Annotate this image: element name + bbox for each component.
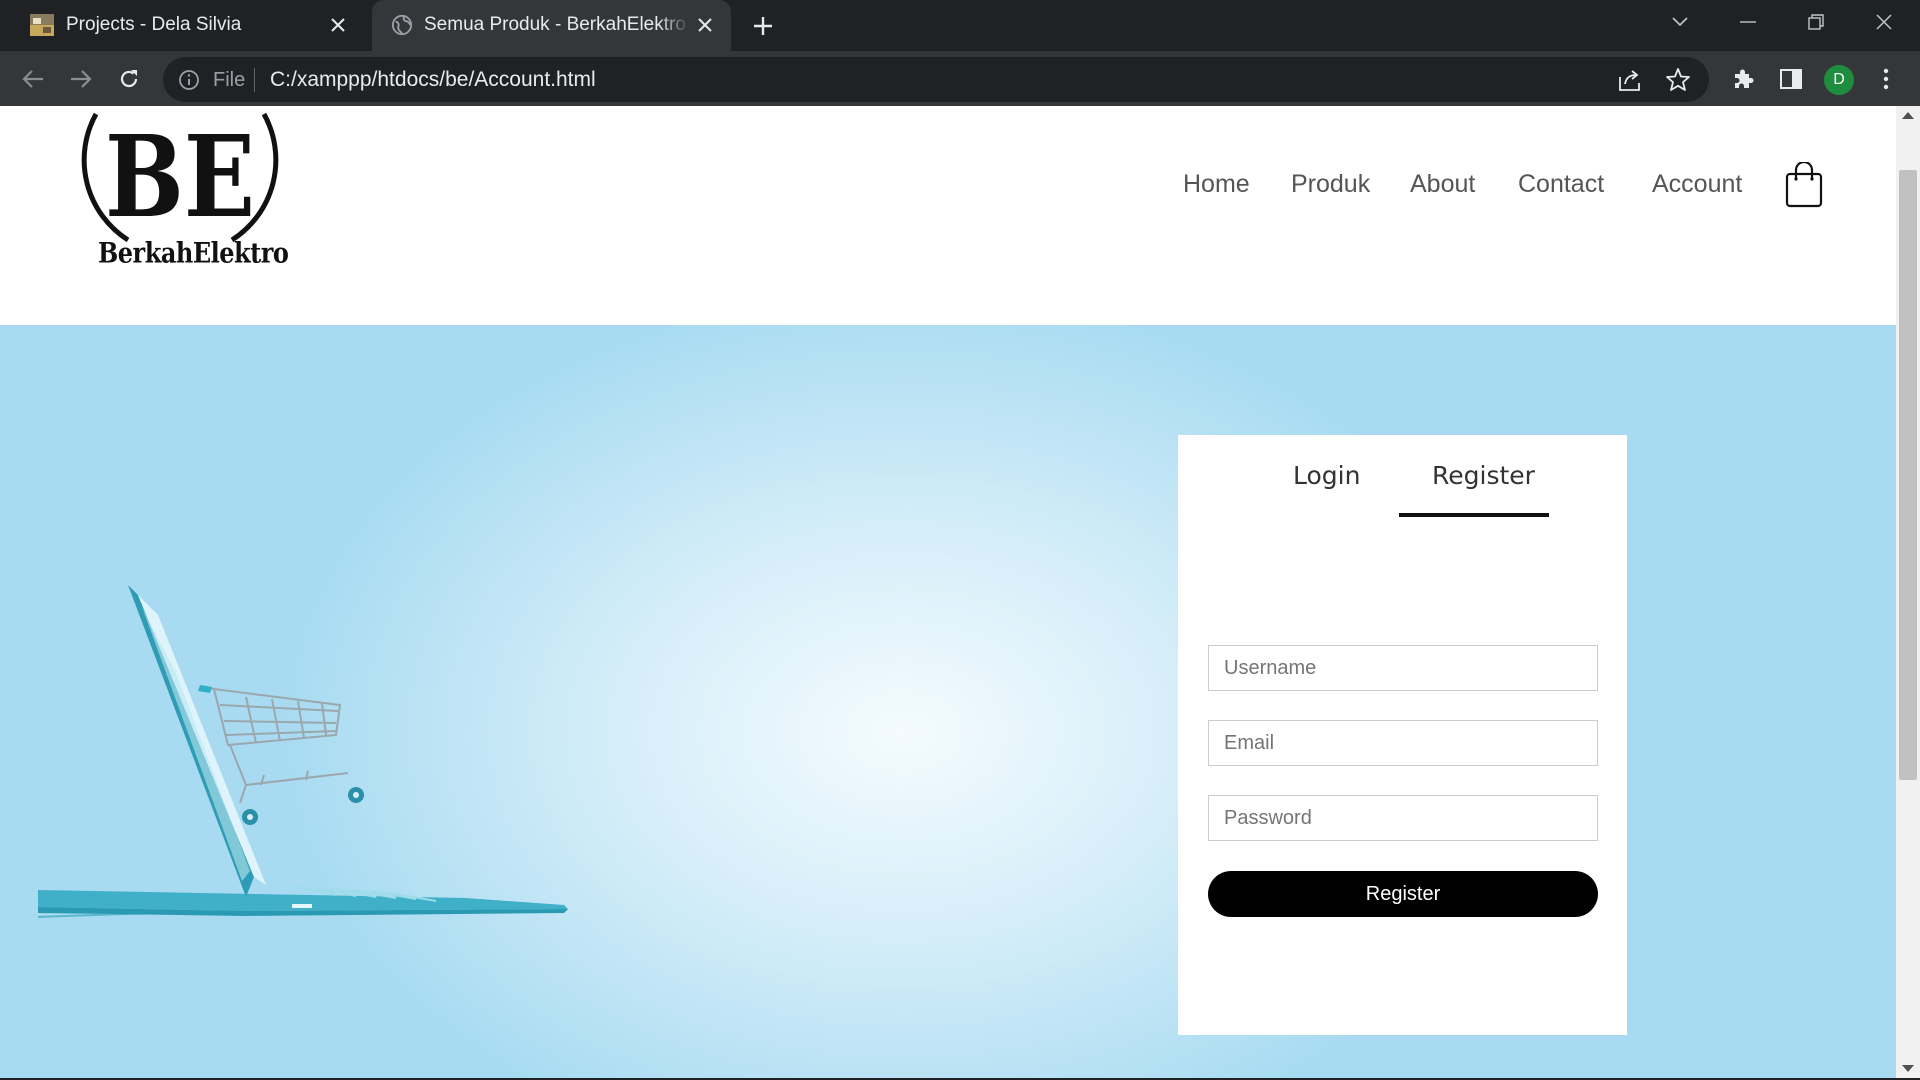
nav-produk[interactable]: Produk — [1291, 170, 1370, 199]
tab-projects[interactable]: Projects - Dela Silvia — [0, 0, 370, 51]
kebab-menu-icon[interactable] — [1870, 63, 1902, 95]
page-scrollbar[interactable] — [1896, 106, 1920, 1078]
nav-contact[interactable]: Contact — [1518, 170, 1604, 199]
page-viewport: BE BerkahElektro Home Produk About Conta… — [0, 106, 1896, 1078]
scroll-down-arrow-icon[interactable] — [1902, 1065, 1914, 1072]
info-icon[interactable] — [177, 68, 201, 92]
close-window-icon[interactable] — [1854, 0, 1914, 44]
auth-form-card: Login Register Register — [1178, 435, 1627, 1035]
site-header: BE BerkahElektro Home Produk About Conta… — [0, 106, 1896, 325]
scrollbar-thumb[interactable] — [1899, 170, 1917, 780]
tab-login[interactable]: Login — [1293, 461, 1360, 490]
logo-mark: BE — [105, 112, 255, 243]
tab-register[interactable]: Register — [1432, 461, 1535, 490]
new-tab-button[interactable] — [748, 11, 778, 41]
close-tab-icon[interactable] — [693, 13, 717, 37]
restore-icon[interactable] — [1786, 0, 1846, 44]
active-tab-indicator — [1399, 513, 1549, 517]
shopping-bag-icon[interactable] — [1784, 162, 1824, 208]
globe-icon — [391, 14, 413, 36]
reload-icon[interactable] — [113, 63, 145, 95]
register-submit-button[interactable]: Register — [1208, 871, 1598, 917]
logo-wordmark: BerkahElektro — [98, 235, 289, 270]
close-tab-icon[interactable] — [326, 13, 350, 37]
site-favicon-icon — [30, 14, 54, 36]
bookmark-star-icon[interactable] — [1665, 67, 1691, 93]
address-bar[interactable]: File C:/xamppp/htdocs/be/Account.html — [163, 57, 1709, 102]
forward-arrow-icon[interactable] — [65, 63, 97, 95]
tab-title: Semua Produk - BerkahElektro | E — [424, 14, 690, 35]
nav-account[interactable]: Account — [1652, 170, 1742, 199]
scroll-up-arrow-icon[interactable] — [1902, 112, 1914, 119]
browser-toolbar: File C:/xamppp/htdocs/be/Account.html D — [0, 51, 1920, 106]
omnibox-divider — [254, 68, 255, 92]
tab-search-chevron-down-icon[interactable] — [1650, 0, 1710, 44]
minimize-icon[interactable] — [1718, 0, 1778, 44]
password-input[interactable] — [1208, 795, 1598, 841]
laptop-cart-illustration — [37, 585, 568, 918]
scheme-label: File — [213, 69, 246, 91]
side-panel-icon[interactable] — [1775, 63, 1807, 95]
account-hero: Login Register Register — [0, 325, 1896, 1078]
nav-home[interactable]: Home — [1183, 170, 1250, 199]
tab-strip: Projects - Dela Silvia Semua Produk - Be… — [0, 0, 1920, 51]
username-input[interactable] — [1208, 645, 1598, 691]
tab-semua-produk[interactable]: Semua Produk - BerkahElektro | E — [372, 0, 731, 51]
back-arrow-icon[interactable] — [17, 63, 49, 95]
share-icon[interactable] — [1617, 67, 1643, 93]
profile-avatar[interactable]: D — [1824, 65, 1854, 95]
tab-title: Projects - Dela Silvia — [66, 14, 242, 35]
url-text[interactable]: C:/xamppp/htdocs/be/Account.html — [270, 68, 596, 92]
extensions-puzzle-icon[interactable] — [1727, 63, 1759, 95]
nav-about[interactable]: About — [1410, 170, 1475, 199]
email-input[interactable] — [1208, 720, 1598, 766]
